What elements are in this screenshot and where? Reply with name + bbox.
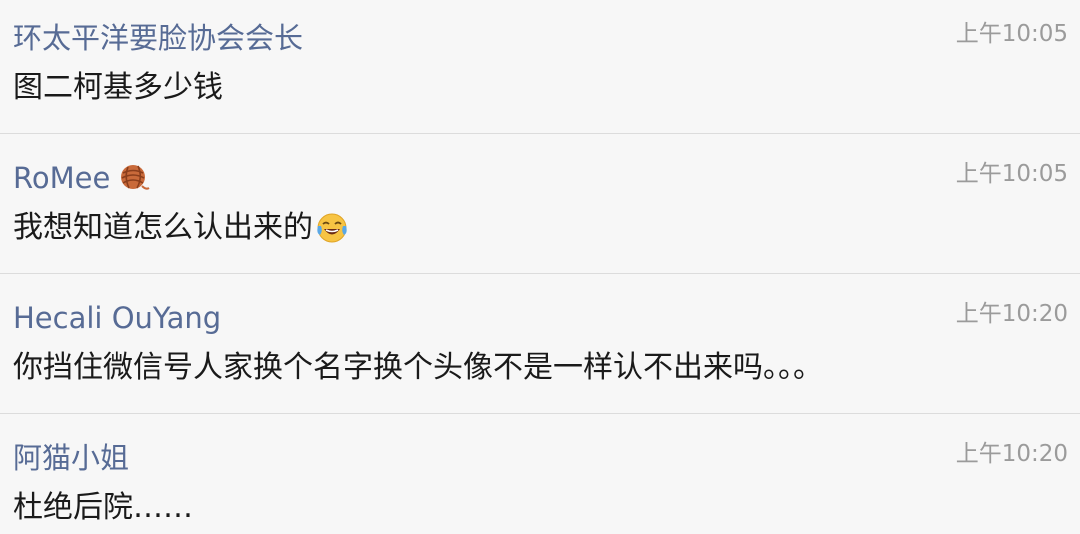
comment-text-body: 杜绝后院…… — [13, 490, 193, 525]
comment-text-body: 你挡住微信号人家换个名字换个头像不是一样认不出来吗。。。 — [13, 350, 823, 385]
tears-of-joy-emoji-icon — [317, 213, 347, 243]
comment-time: 上午10:05 — [955, 21, 1068, 47]
comment-item: 环太平洋要脸协会会长 上午10:05 图二柯基多少钱 — [0, 0, 1080, 140]
comment-author-name[interactable]: 阿猫小姐 — [13, 438, 129, 478]
comment-author-name[interactable]: RoMee — [13, 158, 110, 198]
comment-author-name[interactable]: 环太平洋要脸协会会长 — [13, 18, 303, 58]
comment-author-name[interactable]: Hecali OuYang — [13, 298, 221, 338]
comment-divider — [0, 273, 1080, 274]
comment-text-body: 图二柯基多少钱 — [13, 70, 223, 105]
comment-divider — [0, 133, 1080, 134]
yarn-ball-icon — [121, 165, 150, 190]
comment-text: 我想知道怎么认出来的 — [13, 206, 349, 250]
comment-item: RoMee 上午10:05 我想知道怎么认出来的 — [0, 140, 1080, 280]
comment-time: 上午10:20 — [955, 301, 1068, 327]
comment-text: 杜绝后院…… — [13, 486, 193, 530]
comment-item: Hecali OuYang 上午10:20 你挡住微信号人家换个名字换个头像不是… — [0, 280, 1080, 420]
comment-divider — [0, 413, 1080, 414]
comment-text: 你挡住微信号人家换个名字换个头像不是一样认不出来吗。。。 — [13, 346, 823, 390]
comment-text-body: 我想知道怎么认出来的 — [13, 210, 313, 245]
comment-author[interactable]: 阿猫小姐 — [13, 438, 129, 478]
comment-item: 阿猫小姐 上午10:20 杜绝后院…… — [0, 420, 1080, 534]
comment-list: 环太平洋要脸协会会长 上午10:05 图二柯基多少钱 RoMee 上午10:05… — [0, 0, 1080, 534]
comment-author[interactable]: 环太平洋要脸协会会长 — [13, 18, 303, 58]
comment-author[interactable]: RoMee — [13, 158, 150, 198]
comment-author[interactable]: Hecali OuYang — [13, 298, 221, 338]
comment-text: 图二柯基多少钱 — [13, 66, 223, 110]
comment-time: 上午10:20 — [955, 441, 1068, 467]
comment-time: 上午10:05 — [955, 161, 1068, 187]
